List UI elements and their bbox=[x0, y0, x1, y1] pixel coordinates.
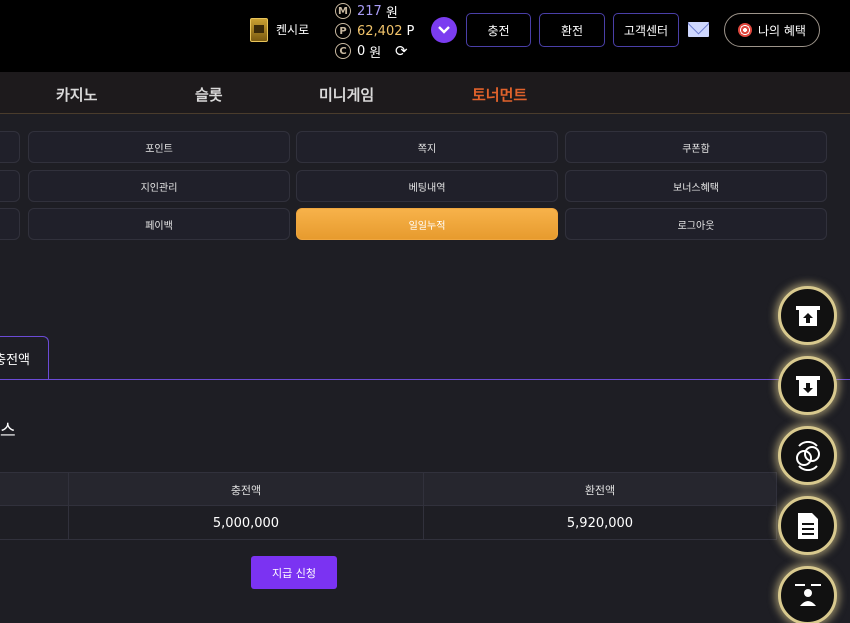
withdraw-download-icon bbox=[795, 375, 820, 396]
rank-badge-icon bbox=[250, 18, 268, 42]
submenu-cutoff-2[interactable] bbox=[0, 170, 20, 202]
my-benefits-button[interactable]: 나의 혜택 bbox=[724, 13, 820, 47]
point-value: 62,402 bbox=[357, 23, 403, 39]
my-benefits-label: 나의 혜택 bbox=[758, 23, 806, 38]
balance-casino: C 0 원 bbox=[335, 42, 382, 61]
cell-deposit: 5,000,000 bbox=[68, 506, 423, 540]
casino-coin-icon: C bbox=[335, 43, 351, 59]
section-title: 스 bbox=[0, 421, 16, 441]
header-withdraw: 환전액 bbox=[423, 473, 777, 507]
tab-deposit-label: 충전액 bbox=[0, 352, 30, 368]
refresh-icon[interactable]: ⟳ bbox=[395, 43, 411, 59]
submenu-daily-total[interactable]: 일일누적 bbox=[296, 208, 558, 240]
money-coin-icon: M bbox=[335, 3, 351, 19]
money-value: 217 bbox=[357, 3, 382, 19]
withdraw-button[interactable]: 환전 bbox=[539, 13, 605, 47]
submenu-betting-history[interactable]: 베팅내역 bbox=[296, 170, 558, 202]
fab-withdraw-button[interactable] bbox=[778, 356, 837, 415]
nav-tournament[interactable]: 토너먼트 bbox=[472, 84, 527, 105]
accumulation-table: 충전액 환전액 5,000,000 5,920,000 bbox=[0, 472, 777, 540]
fab-document-button[interactable] bbox=[778, 496, 837, 555]
submenu-logout[interactable]: 로그아웃 bbox=[565, 208, 827, 240]
point-unit: P bbox=[406, 23, 415, 39]
user-group-icon bbox=[794, 583, 821, 606]
header-deposit: 충전액 bbox=[68, 473, 423, 507]
submenu-message[interactable]: 쪽지 bbox=[296, 131, 558, 163]
nav-minigame[interactable]: 미니게임 bbox=[319, 84, 374, 105]
fab-point-exchange-button[interactable] bbox=[778, 426, 837, 485]
submenu-point[interactable]: 포인트 bbox=[28, 131, 290, 163]
fab-user-button[interactable] bbox=[778, 566, 837, 623]
table-header-row: 충전액 환전액 bbox=[0, 472, 777, 507]
point-exchange-icon bbox=[795, 440, 820, 471]
document-icon bbox=[797, 512, 818, 539]
deposit-upload-icon bbox=[795, 305, 820, 326]
fab-deposit-button[interactable] bbox=[778, 286, 837, 345]
balance-money: M 217 원 bbox=[335, 2, 398, 21]
tab-deposit-amount[interactable]: 충전액 bbox=[0, 336, 49, 379]
top-bar: 켄시로 M 217 원 P 62,402 P C 0 원 ⟳ 충전 환전 고객센… bbox=[0, 0, 850, 72]
money-unit: 원 bbox=[385, 5, 398, 21]
claim-button[interactable]: 지급 신청 bbox=[251, 556, 337, 589]
support-button[interactable]: 고객센터 bbox=[613, 13, 679, 47]
nav-slot[interactable]: 슬롯 bbox=[195, 84, 223, 105]
table-row: 5,000,000 5,920,000 bbox=[0, 506, 777, 540]
main-nav: 카지노 슬롯 미니게임 토너먼트 bbox=[0, 72, 850, 114]
balance-point: P 62,402 P bbox=[335, 22, 414, 40]
nav-casino[interactable]: 카지노 bbox=[56, 84, 97, 105]
username: 켄시로 bbox=[276, 23, 310, 37]
cell-withdraw: 5,920,000 bbox=[423, 506, 777, 540]
submenu-cutoff-1[interactable] bbox=[0, 131, 20, 163]
target-icon bbox=[738, 23, 752, 37]
submenu-bonus[interactable]: 보너스혜택 bbox=[565, 170, 827, 202]
submenu-referral[interactable]: 지인관리 bbox=[28, 170, 290, 202]
submenu-payback[interactable]: 페이백 bbox=[28, 208, 290, 240]
submenu-coupon[interactable]: 쿠폰함 bbox=[565, 131, 827, 163]
deposit-button[interactable]: 충전 bbox=[466, 13, 531, 47]
submenu-cutoff-3[interactable] bbox=[0, 208, 20, 240]
point-coin-icon: P bbox=[335, 23, 351, 39]
casino-unit: 원 bbox=[369, 45, 382, 61]
mail-icon[interactable] bbox=[688, 22, 709, 37]
tab-divider bbox=[0, 379, 850, 380]
chevron-down-icon bbox=[438, 26, 450, 34]
expand-button[interactable] bbox=[431, 17, 457, 43]
casino-value: 0 bbox=[357, 43, 366, 59]
